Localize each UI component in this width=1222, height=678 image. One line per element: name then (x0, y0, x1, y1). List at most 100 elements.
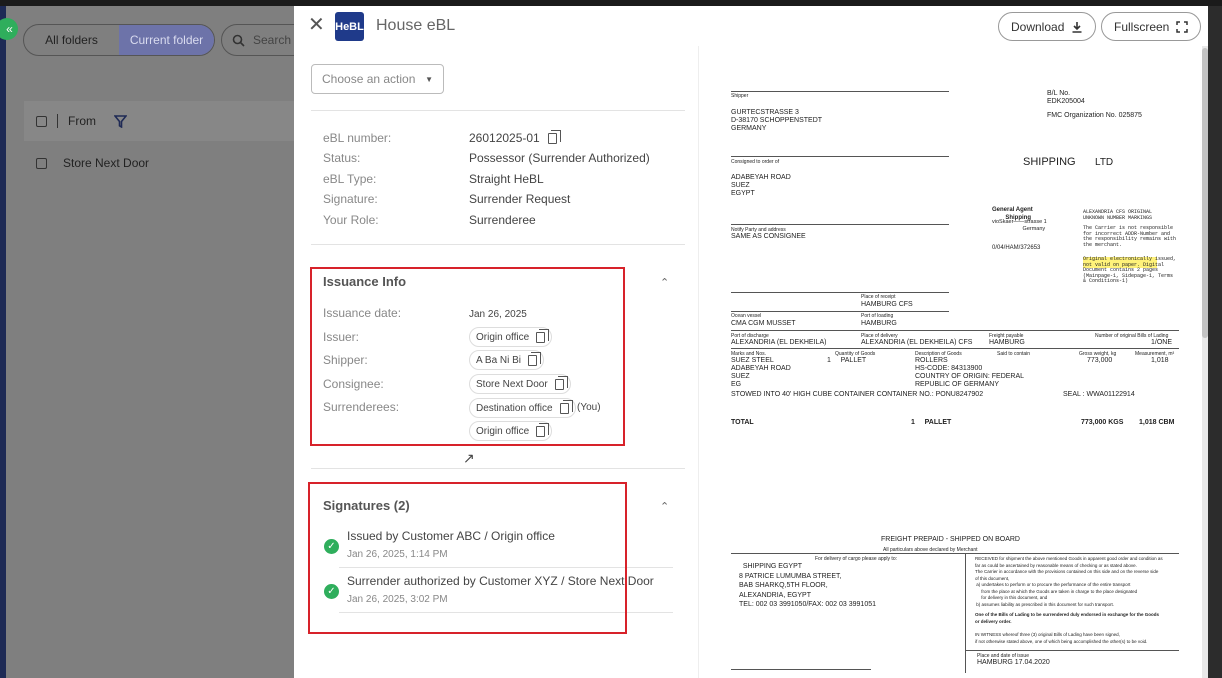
action-placeholder: Choose an action (322, 72, 416, 86)
all-folders-option[interactable]: All folders (24, 25, 119, 55)
download-button[interactable]: Download (998, 12, 1097, 41)
status-row: Status: Possessor (Surrender Authorized) (323, 151, 650, 165)
doc-bl-no: EDK205004 (1047, 98, 1085, 105)
row-from: Store Next Door (63, 156, 150, 170)
signature-label: Signature: (323, 192, 378, 206)
role-row: Your Role: Surrenderee (323, 213, 536, 227)
doc-desc: ROLLERS HS-CODE: 84313900 COUNTRY OF ORI… (915, 357, 1025, 388)
doc-receipt-header: Place of receipt (861, 294, 896, 300)
signatures-highlight-box (308, 482, 627, 634)
doc-meas: 1,018 (1151, 357, 1169, 364)
doc-freight: HAMBURG (989, 339, 1025, 346)
doc-loading: HAMBURG (861, 320, 897, 327)
search-icon (232, 34, 245, 47)
doc-line (731, 156, 949, 157)
divider (311, 110, 685, 111)
doc-total-label: TOTAL (731, 419, 754, 426)
doc-freight-prepaid: FREIGHT PREPAID - SHIPPED ON BOARD (881, 536, 1020, 543)
doc-delivery: ALEXANDRIA (EL DEKHEILA) CFS (861, 339, 973, 346)
select-all-checkbox[interactable] (36, 115, 47, 127)
fullscreen-label: Fullscreen (1114, 19, 1170, 34)
role-value: Surrenderee (469, 213, 536, 227)
doc-discharge: ALEXANDRIA (EL DEKHEILA) (731, 339, 827, 346)
list-header: From (24, 101, 300, 141)
doc-line (965, 650, 1179, 651)
doc-notice-3: Original electronically issued, not vali… (1083, 256, 1177, 285)
left-nav-strip (0, 6, 6, 678)
doc-line (731, 330, 1179, 331)
status-label: Status: (323, 151, 361, 165)
close-icon[interactable]: ✕ (308, 15, 328, 36)
fullscreen-button[interactable]: Fullscreen (1101, 12, 1202, 41)
search-placeholder: Search (253, 33, 292, 47)
fullscreen-icon (1176, 20, 1189, 33)
doc-carrier-name: SHIPPING (1023, 156, 1076, 168)
current-folder-option[interactable]: Current folder (119, 25, 214, 55)
doc-consigned-header: Consigned to order of (731, 159, 780, 165)
filter-icon[interactable] (114, 114, 127, 128)
doc-agent-address: vioSkaer——strasse 1 Germany (992, 219, 1047, 232)
issuance-highlight-box (310, 267, 625, 446)
download-label: Download (1011, 19, 1065, 34)
ebl-type-row: eBL Type: Straight HeBL (323, 172, 544, 186)
doc-vessel-header: Ocean vessel (731, 313, 762, 319)
doc-originals: 1/ONE (1151, 339, 1173, 346)
divider (311, 244, 685, 245)
background-overlay: « All folders Current folder Search From… (0, 6, 321, 678)
chevron-up-icon[interactable]: ⌃ (660, 500, 669, 513)
doc-total-gross: 773,000 KGS (1081, 419, 1124, 426)
folder-toggle[interactable]: All folders Current folder (23, 24, 215, 56)
doc-gross: 773,000 (1087, 357, 1113, 364)
doc-notice-1: ALEXANDRIA CFS ORIGINAL UNKNOWN NUMBER M… (1083, 209, 1153, 221)
doc-line (731, 311, 949, 312)
doc-fmc: FMC Organization No. 025875 (1047, 112, 1142, 119)
bill-of-lading-preview: Shipper GURTECSTRASSE 3 D-38170 SCHOPPEN… (698, 46, 1198, 678)
doc-line (731, 91, 949, 92)
doc-terms-bold: One of the Bills of Lading to be surrend… (975, 612, 1160, 624)
from-column-header[interactable]: From (68, 114, 96, 128)
double-chevron-left-icon[interactable]: « (0, 18, 18, 40)
header-divider (57, 114, 58, 128)
doc-bl-no-label: B/L No. (1047, 90, 1071, 97)
doc-vessel: CMA CGM MUSSET (731, 320, 796, 327)
doc-release: SHIPPING EGYPT 8 PATRICE LUMUMBA STREET,… (739, 563, 877, 608)
signature-row: Signature: Surrender Request (323, 192, 570, 206)
row-checkbox[interactable] (36, 157, 47, 169)
doc-issue: HAMBURG 17.04.2020 (977, 659, 1050, 666)
doc-witness: IN WITNESS whereof three (3) original Bi… (975, 632, 1148, 644)
doc-line (731, 224, 949, 225)
doc-vline (965, 553, 966, 673)
list-item[interactable]: Store Next Door (24, 148, 300, 178)
doc-seal: SEAL : WWA01122914 (1063, 391, 1135, 398)
chevron-up-icon[interactable]: ⌃ (660, 276, 669, 289)
ebl-number-value: 26012025-01 (469, 131, 540, 145)
ebl-type-value: Straight HeBL (469, 172, 544, 186)
ebl-number-row: eBL number: 26012025-01 (323, 129, 561, 145)
copy-icon[interactable] (547, 129, 561, 144)
signature-value: Surrender Request (469, 192, 571, 206)
doc-qty: 1 PALLET (827, 357, 867, 364)
mouse-cursor-icon: ↗ (463, 450, 475, 466)
doc-stowed: STOWED INTO 40' HIGH CUBE CONTAINER CONT… (731, 391, 984, 398)
action-select[interactable]: Choose an action ▼ (311, 64, 444, 94)
doc-consignee: ADABEYAH ROAD SUEZ EGYPT (731, 174, 791, 197)
divider (311, 468, 685, 469)
doc-line (731, 292, 949, 293)
scrollbar-thumb[interactable] (1202, 48, 1208, 338)
ebl-number-label: eBL number: (323, 131, 392, 145)
doc-total-qty: 1 PALLET (911, 419, 952, 426)
doc-total-meas: 1,018 CBM (1139, 419, 1175, 426)
download-icon (1072, 21, 1082, 33)
doc-line (731, 669, 871, 670)
doc-loading-header: Port of loading (861, 313, 894, 319)
doc-carrier-ltd: LTD (1095, 157, 1114, 168)
status-value: Possessor (Surrender Authorized) (469, 151, 650, 165)
doc-marks: SUEZ STEEL ADABEYAH ROAD SUEZ EG (731, 357, 791, 388)
doc-shipper-header: Shipper (731, 93, 749, 99)
doc-line (731, 553, 1179, 554)
doc-agent-ref: 0/04/HAM/372653 (992, 245, 1041, 251)
role-label: Your Role: (323, 213, 379, 227)
doc-shipper: GURTECSTRASSE 3 D-38170 SCHOPPENSTEDT GE… (731, 109, 823, 132)
panel-title: House eBL (376, 17, 456, 34)
doc-terms: RECEIVED for shipment the above mentione… (975, 556, 1163, 607)
